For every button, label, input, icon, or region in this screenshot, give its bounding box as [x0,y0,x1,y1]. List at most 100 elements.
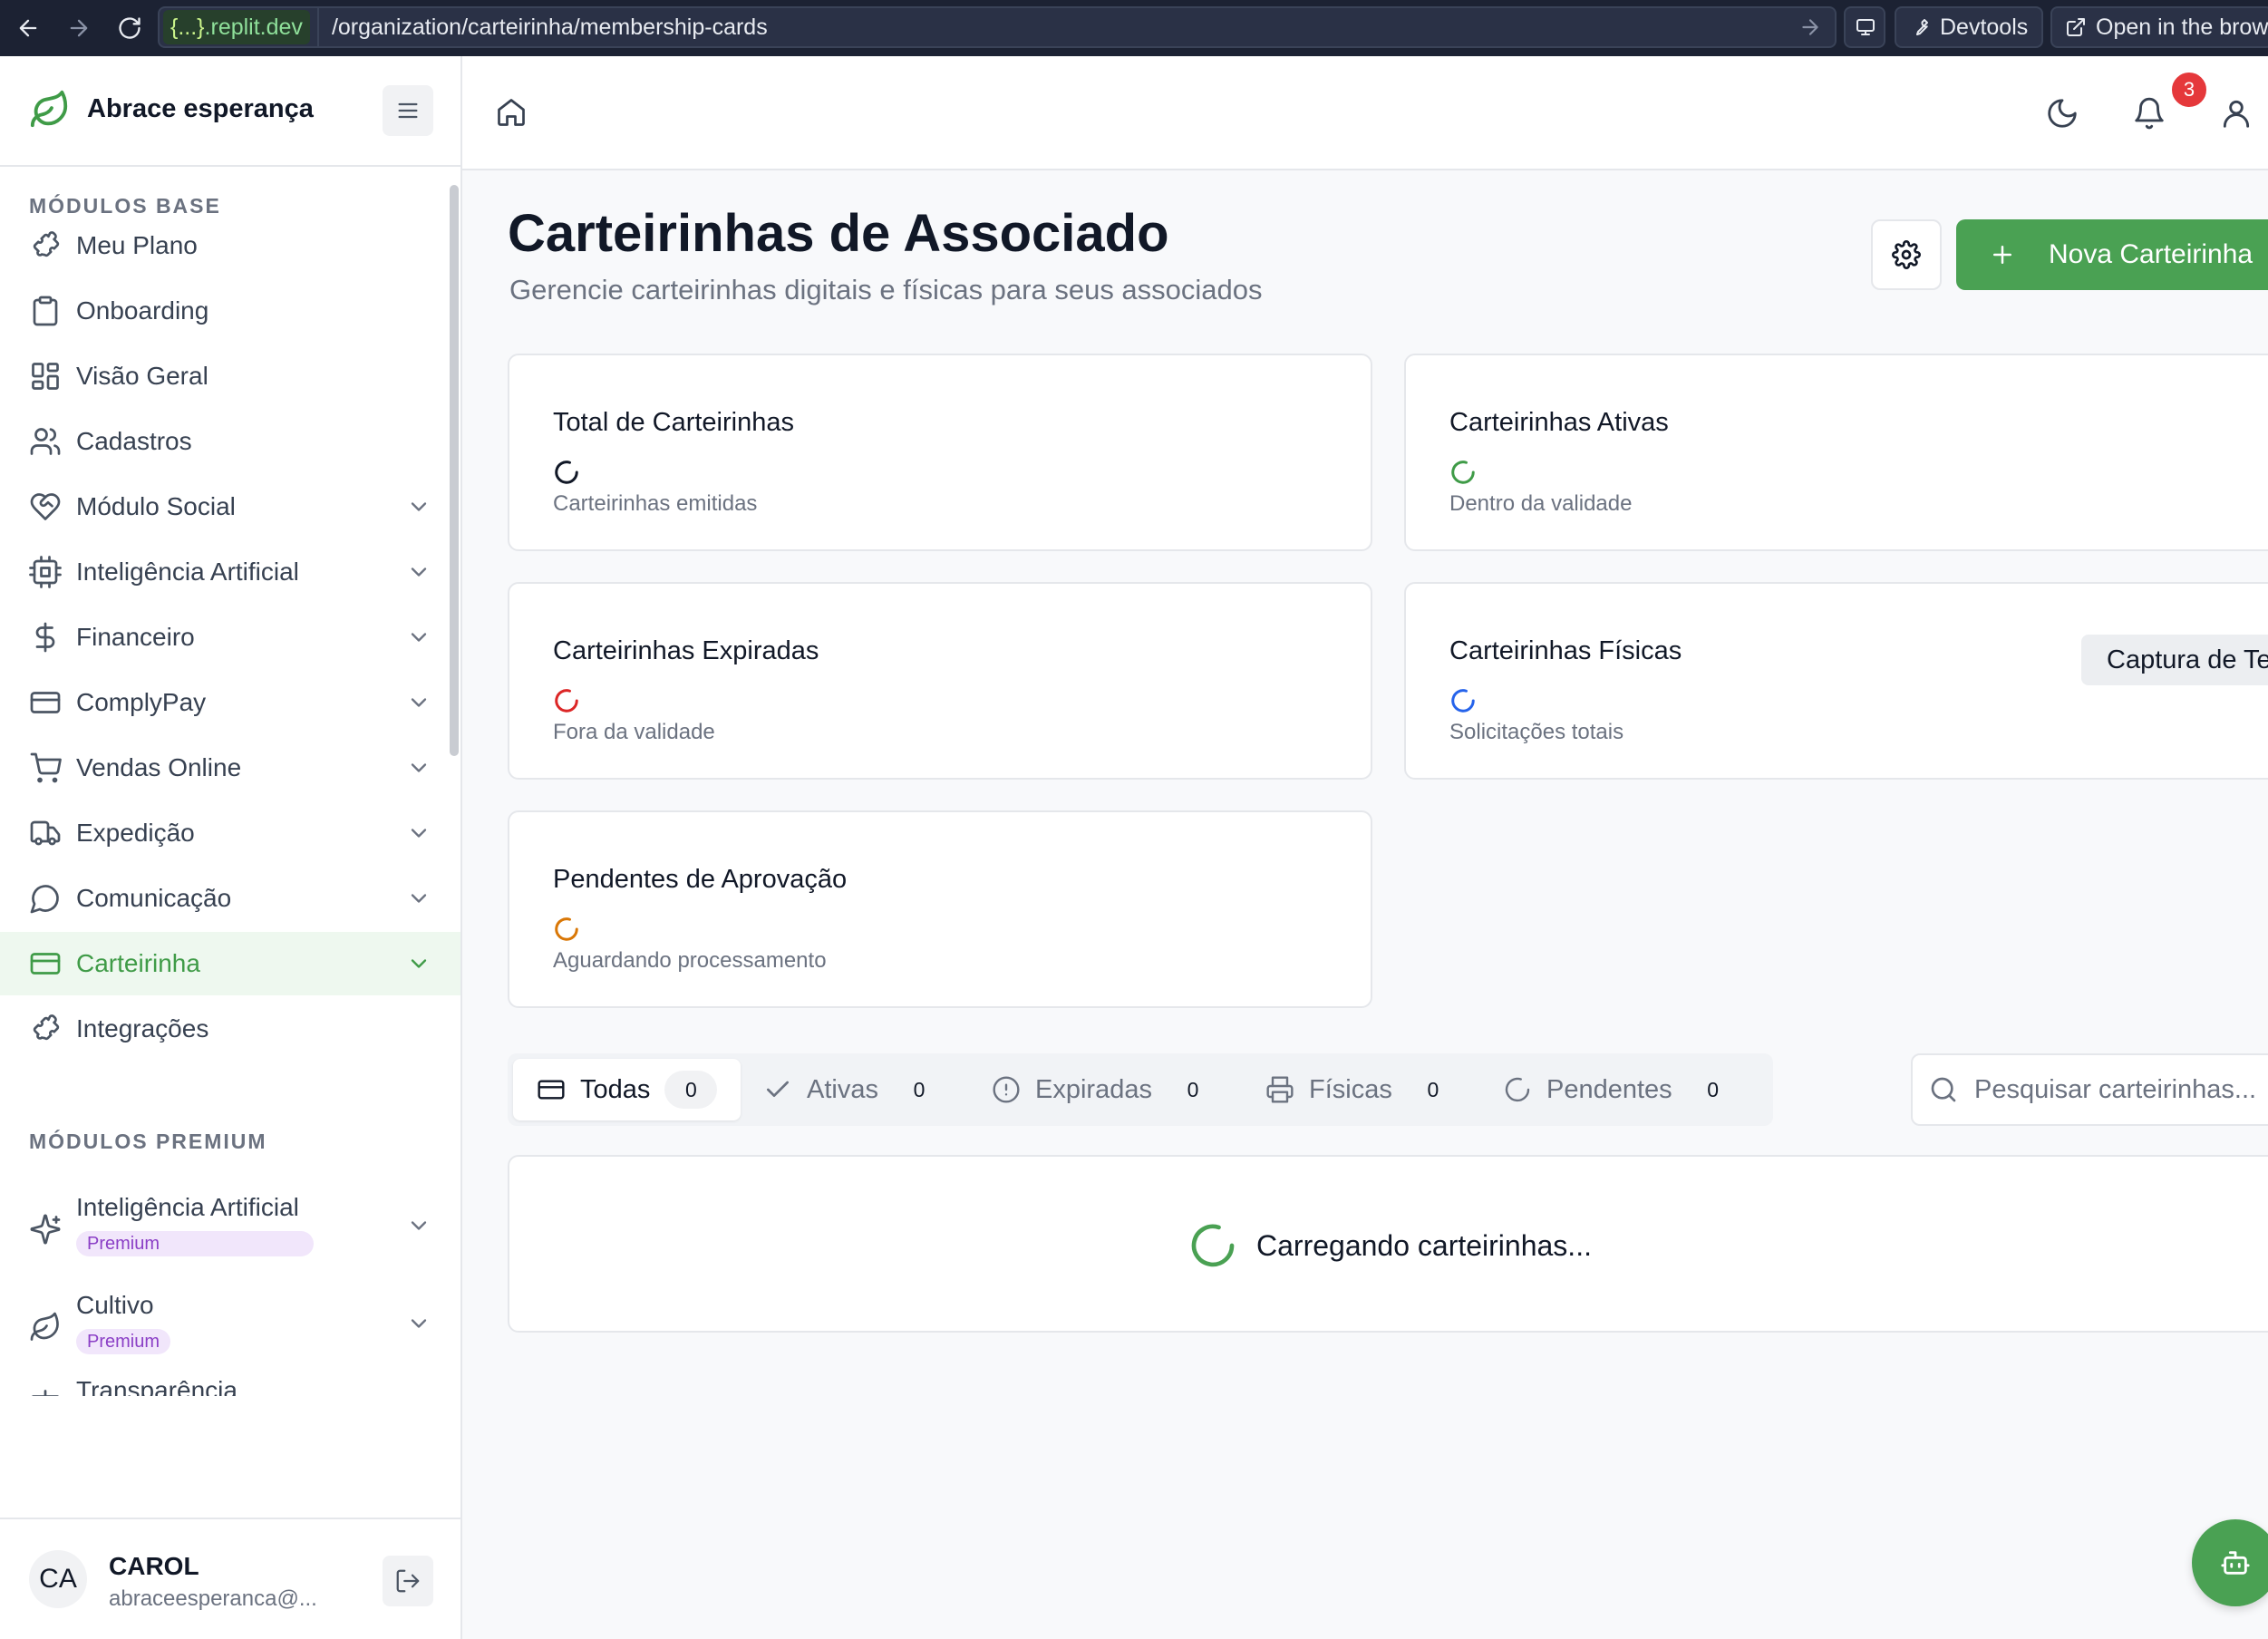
sidebar-item-label: Transparência [76,1376,237,1396]
settings-button[interactable] [1871,219,1942,290]
devtools-label: Devtools [1940,14,2029,40]
sidebar-item-label: ComplyPay [76,688,207,716]
tab-label: Ativas [807,1074,878,1104]
sidebar-item-label: Meu Plano [76,231,198,259]
sidebar-scrollbar[interactable] [450,185,459,756]
tab-label: Pendentes [1546,1074,1672,1104]
sidebar-item-visao-geral[interactable]: Visão Geral [0,344,460,408]
stat-description: Fora da validade [553,720,715,744]
wrench-icon [1916,19,1928,35]
stat-title: Carteirinhas Expiradas [553,636,819,665]
avatar[interactable]: CA [29,1550,87,1608]
card-icon [29,947,62,980]
loader-icon [1505,1077,1530,1102]
loading-spinner-icon [555,689,578,713]
sidebar-item-label: Financeiro [76,623,195,651]
tab-label: Expiradas [1035,1074,1152,1104]
user-profile: CA CAROL abraceesperanca@... [0,1518,460,1639]
leaf-logo-icon [30,90,68,128]
cpu-icon [29,556,62,588]
new-card-button[interactable]: Nova Carteirinha [1956,219,2268,290]
sidebar-item-transparencia[interactable]: Transparência [0,1376,460,1396]
tab-expiradas[interactable]: Expiradas 0 [992,1059,1219,1120]
search-field[interactable] [1911,1053,2268,1126]
chevron-down-icon [406,1213,431,1238]
assistant-button[interactable] [2192,1519,2268,1606]
notifications-button[interactable] [2132,96,2166,131]
chevron-down-icon [406,494,431,519]
user-menu-button[interactable] [2219,96,2253,131]
users-icon [29,425,62,458]
url-separator [316,6,319,48]
sidebar-item-cadastros[interactable]: Cadastros [0,410,460,473]
chevron-down-icon [406,1311,431,1336]
sidebar-item-onboarding[interactable]: Onboarding [0,279,460,343]
open-in-browser-button[interactable]: Open in the brows [2050,6,2268,48]
cart-icon [29,752,62,784]
tab-label: Físicas [1309,1074,1392,1104]
dark-mode-toggle[interactable] [2045,96,2079,131]
go-arrow-icon[interactable] [1798,15,1822,39]
tab-label: Todas [580,1074,651,1104]
stat-description: Carteirinhas emitidas [553,491,758,516]
heart-handshake-icon [29,490,62,523]
sidebar-item-integracoes[interactable]: Integrações [0,997,460,1061]
stat-description: Solicitações totais [1449,720,1624,744]
scale-icon [29,1387,62,1396]
tab-ativas[interactable]: Ativas 0 [763,1059,945,1120]
notification-badge: 3 [2170,71,2208,109]
tab-fisicas[interactable]: Físicas 0 [1265,1059,1459,1120]
sidebar-item-inteligencia-artificial[interactable]: Inteligência Artificial [0,540,460,604]
sidebar-item-financeiro[interactable]: Financeiro [0,606,460,669]
brand-name: Abrace esperança [87,94,314,123]
sidebar-item-inteligencia-artificial-premium[interactable]: Inteligência Artificial Premium [0,1180,460,1271]
sidebar-item-modulo-social[interactable]: Módulo Social [0,475,460,538]
chevron-down-icon [406,755,431,781]
loading-spinner-icon [1451,689,1475,713]
hamburger-icon [398,102,418,119]
browser-toolbar: {...} .replit.dev /organization/carteirin… [0,0,2268,56]
url-bar[interactable]: {...} .replit.dev /organization/carteirin… [158,6,1837,48]
sidebar-item-carteirinha[interactable]: Carteirinha [0,932,460,995]
forward-icon[interactable] [62,11,96,45]
sidebar-item-vendas-online[interactable]: Vendas Online [0,736,460,800]
sidebar-item-label: Onboarding [76,296,209,325]
tab-count: 0 [1707,1077,1720,1101]
tab-todas[interactable]: Todas 0 [513,1059,741,1120]
bell-icon [2135,97,2164,130]
page-title: Carteirinhas de Associado [508,204,1169,263]
device-preview-button[interactable] [1844,6,1885,48]
moon-icon [2048,99,2077,128]
home-icon[interactable] [495,96,528,129]
reload-icon[interactable] [112,11,147,45]
sidebar-item-label: Inteligência Artificial [76,558,299,586]
sidebar-item-expedicao[interactable]: Expedição [0,801,460,865]
back-icon[interactable] [11,11,45,45]
page-subtitle: Gerencie carteirinhas digitais e físicas… [509,274,1263,305]
sidebar-item-label: Cultivo [76,1291,154,1319]
menu-toggle-button[interactable] [383,85,433,136]
stat-card-total: Total de Carteirinhas Carteirinhas emiti… [508,354,1372,551]
filter-tabs: Todas 0 Ativas 0 Expiradas 0 Físicas 0 P… [508,1053,1773,1126]
leaf-icon [29,1311,62,1343]
message-icon [29,882,62,915]
sidebar-item-label: Cadastros [76,427,192,455]
tab-pendentes[interactable]: Pendentes 0 [1503,1059,1740,1120]
loading-spinner-icon [555,917,578,941]
logout-button[interactable] [383,1556,433,1606]
capture-tooltip[interactable]: Captura de Te [2081,635,2268,685]
devtools-button[interactable]: Devtools [1895,6,2043,48]
sidebar-item-label: Visão Geral [76,362,208,390]
sidebar-item-comunicacao[interactable]: Comunicação [0,867,460,930]
sidebar-item-meu-plano[interactable]: Meu Plano [0,214,460,277]
sparkles-icon [29,1213,62,1246]
alert-circle-icon [993,1076,1020,1103]
chevron-down-icon [406,625,431,650]
tab-count: 0 [913,1077,926,1101]
bot-icon [2221,1551,2250,1575]
sidebar-item-cultivo[interactable]: Cultivo Premium [0,1278,460,1369]
stat-description: Dentro da validade [1449,491,1633,516]
sidebar-item-complypay[interactable]: ComplyPay [0,671,460,734]
search-input[interactable] [1974,1074,2268,1105]
printer-icon [1266,1076,1294,1103]
